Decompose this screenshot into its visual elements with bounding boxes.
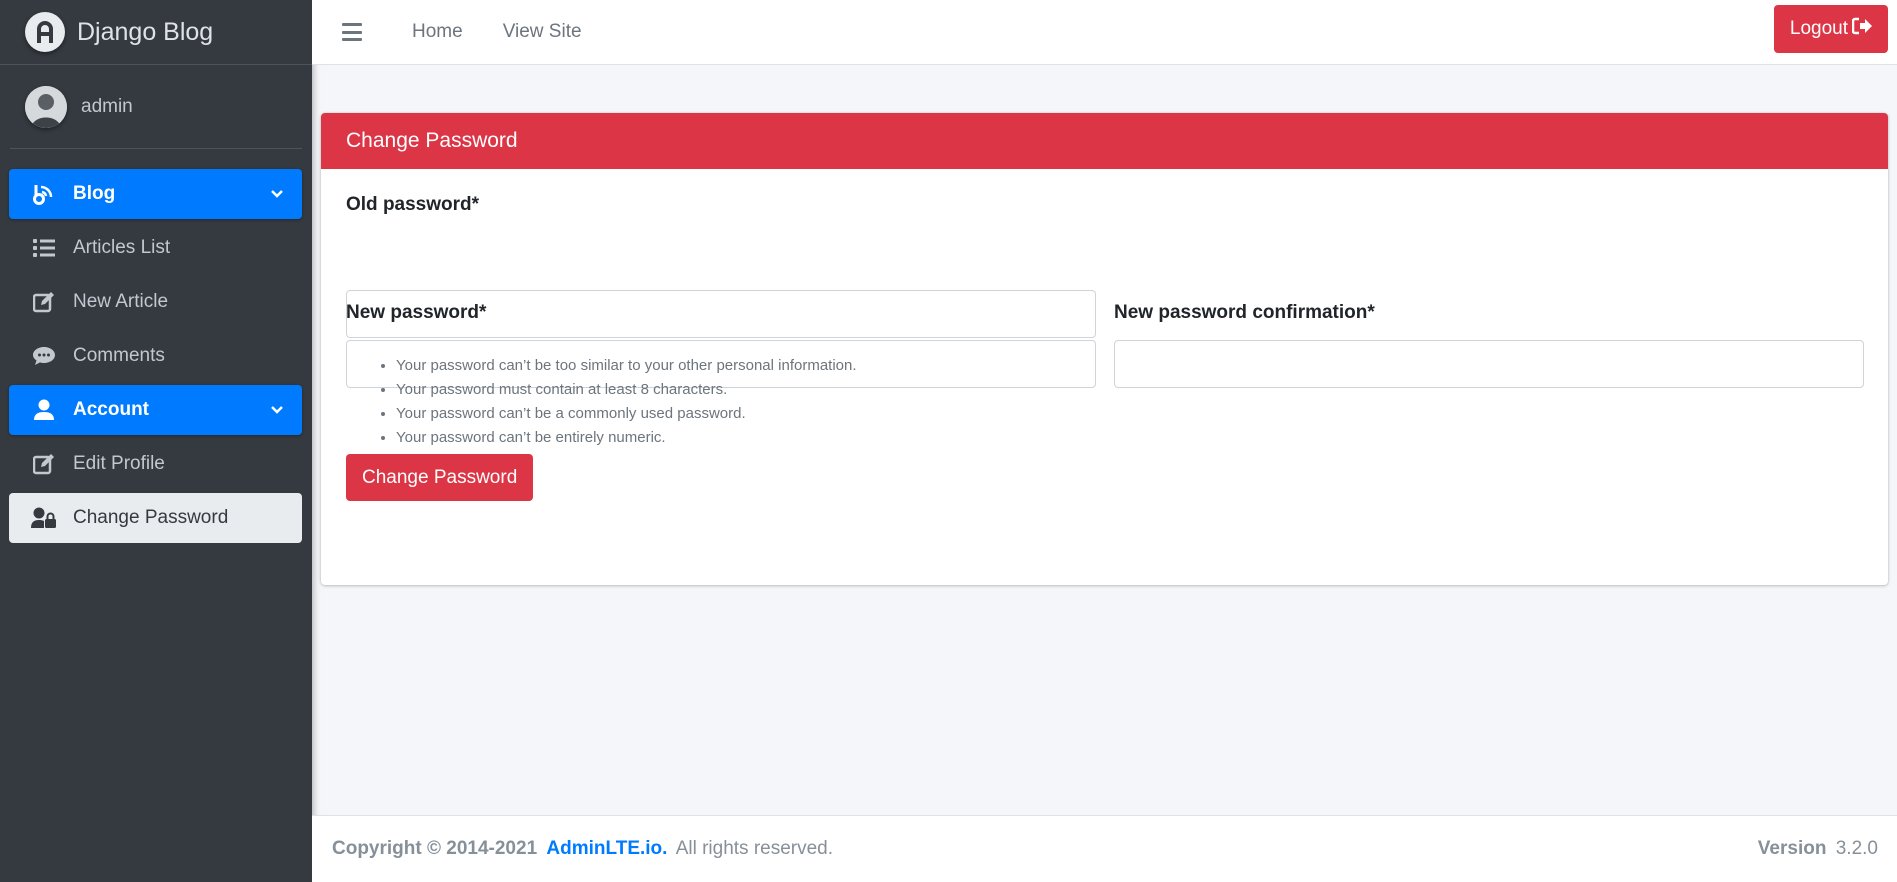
sidebar-item-blog[interactable]: Blog bbox=[9, 169, 302, 219]
sidebar-item-label: Comments bbox=[73, 345, 165, 366]
sidebar-nav: Blog Articles List New Article Comments … bbox=[0, 149, 312, 543]
version-label: Version bbox=[1757, 838, 1827, 859]
list-icon bbox=[31, 237, 57, 259]
list-item: Your password can’t be too similar to yo… bbox=[396, 354, 857, 378]
nav-link-view-site[interactable]: View Site bbox=[503, 21, 582, 43]
sidebar-item-articles-list[interactable]: Articles List bbox=[9, 223, 302, 273]
sidebar-item-label: Articles List bbox=[73, 237, 171, 258]
version-number: 3.2.0 bbox=[1835, 838, 1878, 859]
sidebar-item-label: Blog bbox=[73, 183, 116, 204]
footer-version: Version 3.2.0 bbox=[1758, 838, 1878, 860]
menu-toggle-icon[interactable] bbox=[342, 23, 362, 41]
copyright-text: Copyright © 2014-2021 bbox=[332, 838, 538, 859]
list-item: Your password must contain at least 8 ch… bbox=[396, 378, 857, 402]
sidebar-item-account[interactable]: Account bbox=[9, 385, 302, 435]
chevron-down-icon bbox=[270, 185, 284, 207]
user-name: admin bbox=[81, 95, 133, 117]
sidebar-item-label: Edit Profile bbox=[73, 453, 165, 474]
change-password-button[interactable]: Change Password bbox=[346, 454, 534, 501]
logout-label: Logout bbox=[1789, 18, 1848, 39]
sidebar-item-comments[interactable]: Comments bbox=[9, 331, 302, 381]
brand-name: Django Blog bbox=[77, 17, 214, 46]
edit-icon bbox=[31, 453, 57, 475]
sidebar-item-label: Account bbox=[73, 399, 149, 420]
confirm-password-label: New password confirmation* bbox=[1114, 302, 1375, 323]
brand-logo bbox=[25, 12, 65, 52]
user-icon bbox=[31, 399, 57, 421]
top-navbar: Home View Site Logout bbox=[312, 0, 1897, 65]
sidebar-item-edit-profile[interactable]: Edit Profile bbox=[9, 439, 302, 489]
new-password-label: New password* bbox=[346, 302, 487, 323]
list-item: Your password can’t be entirely numeric. bbox=[396, 426, 857, 450]
old-password-label: Old password* bbox=[346, 194, 480, 215]
blog-icon bbox=[31, 183, 57, 205]
comment-icon bbox=[31, 345, 57, 367]
avatar bbox=[25, 85, 67, 128]
logout-button[interactable]: Logout bbox=[1773, 5, 1888, 53]
brand-link[interactable]: Django Blog bbox=[0, 0, 312, 65]
footer-copyright: Copyright © 2014-2021 AdminLTE.io. All r… bbox=[332, 838, 837, 860]
sidebar-item-change-password[interactable]: Change Password bbox=[9, 493, 302, 543]
sidebar-item-new-article[interactable]: New Article bbox=[9, 277, 302, 327]
edit-icon bbox=[31, 291, 57, 313]
change-password-form: Old password* New password* New password… bbox=[321, 169, 1888, 585]
list-item: Your password can’t be a commonly used p… bbox=[396, 402, 857, 426]
adminlte-link[interactable]: AdminLTE.io. bbox=[546, 838, 667, 859]
rights-text: All rights reserved. bbox=[675, 838, 834, 859]
change-password-card: Change Password Old password* New passwo… bbox=[321, 113, 1888, 585]
sidebar: Django Blog admin Blog Articles List New… bbox=[0, 0, 312, 882]
password-help-list: Your password can’t be too similar to yo… bbox=[346, 354, 857, 450]
confirm-password-input[interactable] bbox=[1114, 340, 1864, 388]
sidebar-item-label: New Article bbox=[73, 291, 169, 312]
nav-link-home[interactable]: Home bbox=[412, 21, 463, 43]
card-title: Change Password bbox=[321, 113, 1888, 169]
footer: Copyright © 2014-2021 AdminLTE.io. All r… bbox=[312, 815, 1897, 882]
user-panel[interactable]: admin bbox=[10, 65, 302, 149]
user-lock-icon bbox=[31, 507, 57, 529]
sidebar-item-label: Change Password bbox=[73, 507, 229, 528]
sign-out-icon bbox=[1851, 17, 1872, 41]
chevron-down-icon bbox=[270, 401, 284, 423]
